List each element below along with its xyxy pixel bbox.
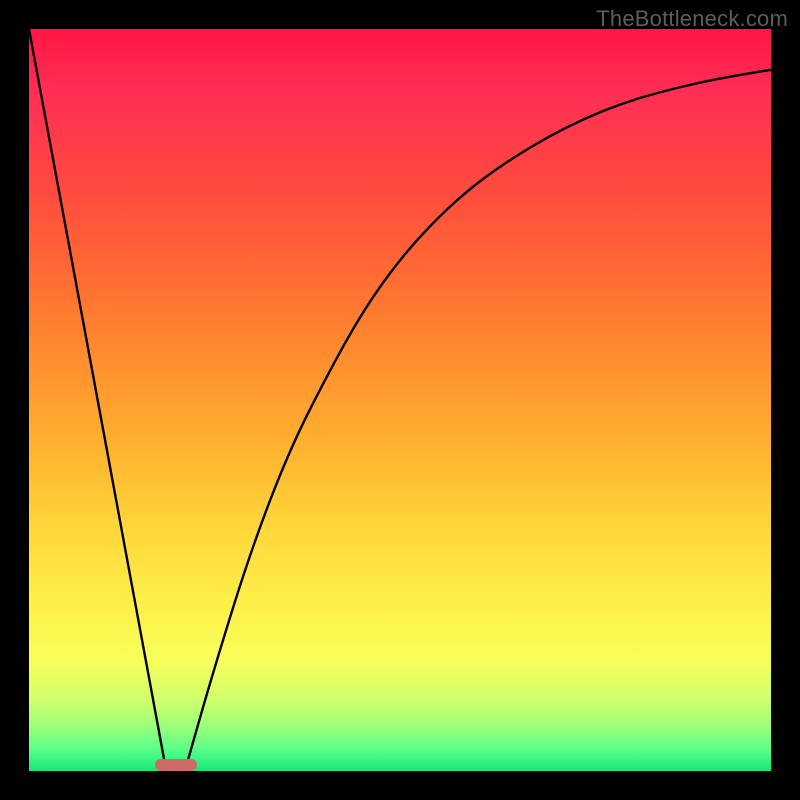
bottleneck-marker	[155, 759, 197, 771]
curve-layer	[29, 29, 771, 771]
chart-frame: TheBottleneck.com	[0, 0, 800, 800]
plot-area	[29, 29, 771, 771]
bottleneck-curve	[29, 29, 771, 771]
